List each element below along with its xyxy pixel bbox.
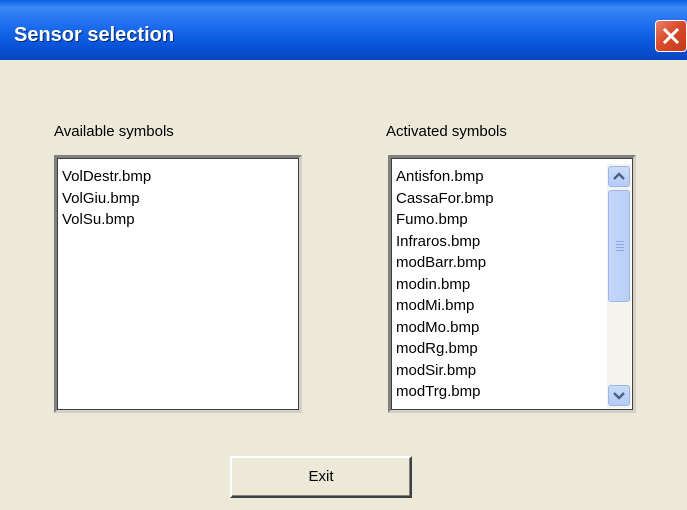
- window-title: Sensor selection: [14, 24, 175, 46]
- sensor-selection-window: Sensor selection Available symbols Activ…: [0, 0, 687, 510]
- scroll-up-button[interactable]: [608, 166, 630, 187]
- chevron-down-icon: [613, 392, 625, 400]
- activated-list-scrollbar[interactable]: [607, 164, 631, 408]
- list-item[interactable]: VolDestr.bmp: [61, 166, 151, 188]
- scroll-down-button[interactable]: [608, 385, 630, 406]
- close-icon: [662, 27, 680, 45]
- list-item[interactable]: Infraros.bmp: [395, 231, 494, 253]
- grip-line: [616, 250, 624, 251]
- list-item[interactable]: modMo.bmp: [395, 317, 494, 339]
- list-item[interactable]: Fumo.bmp: [395, 209, 494, 231]
- title-bar[interactable]: Sensor selection: [0, 0, 687, 60]
- available-symbols-list[interactable]: VolDestr.bmp VolGiu.bmp VolSu.bmp: [54, 155, 302, 413]
- list-item[interactable]: modRg.bmp: [395, 338, 494, 360]
- list-item[interactable]: modMi.bmp: [395, 295, 494, 317]
- close-button[interactable]: [655, 20, 687, 52]
- activated-symbols-list[interactable]: Antisfon.bmp CassaFor.bmp Fumo.bmp Infra…: [388, 155, 636, 413]
- exit-button[interactable]: Exit: [230, 456, 412, 498]
- scroll-thumb[interactable]: [608, 190, 630, 302]
- list-item[interactable]: modin.bmp: [395, 274, 494, 296]
- grip-line: [616, 244, 624, 245]
- list-item[interactable]: modSir.bmp: [395, 360, 494, 382]
- chevron-up-icon: [613, 172, 625, 180]
- list-item[interactable]: modBarr.bmp: [395, 252, 494, 274]
- list-item[interactable]: VolGiu.bmp: [61, 188, 151, 210]
- list-item[interactable]: VolSu.bmp: [61, 209, 151, 231]
- list-item[interactable]: CassaFor.bmp: [395, 188, 494, 210]
- activated-symbols-label: Activated symbols: [386, 123, 507, 140]
- grip-line: [616, 241, 624, 242]
- available-symbols-label: Available symbols: [54, 123, 174, 140]
- grip-line: [616, 247, 624, 248]
- list-item[interactable]: modTrg.bmp: [395, 381, 494, 403]
- list-item[interactable]: Antisfon.bmp: [395, 166, 494, 188]
